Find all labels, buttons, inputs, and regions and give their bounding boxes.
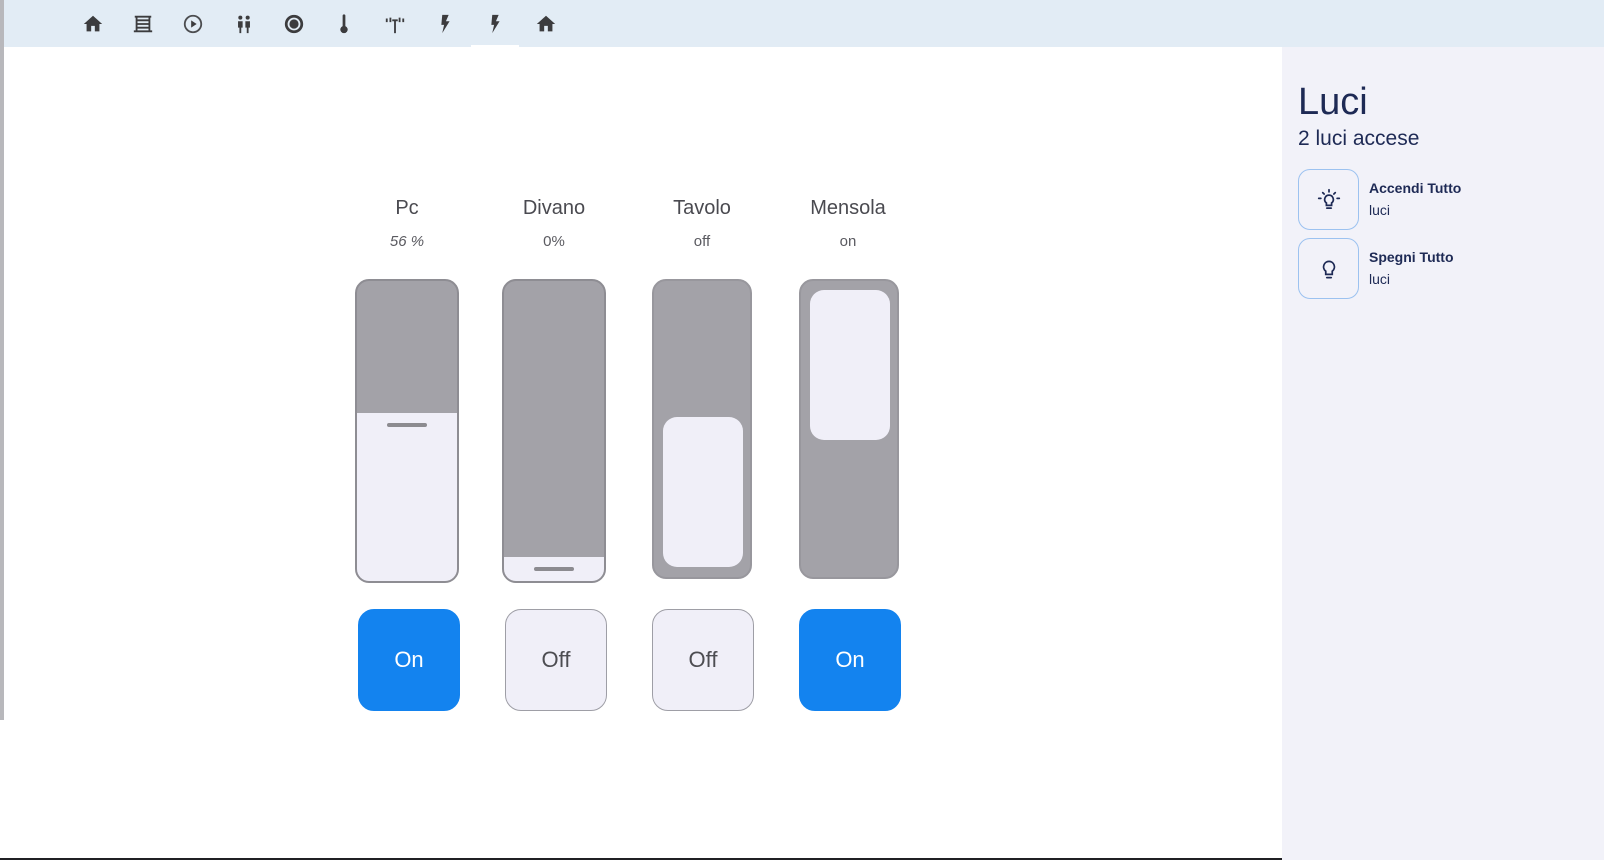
lightning-icon: [441, 14, 450, 33]
sidebar-subtitle: 2 luci accese: [1298, 127, 1420, 150]
action-icon-box[interactable]: [1298, 238, 1359, 299]
switch-knob[interactable]: [810, 290, 890, 440]
brightness-fill: [357, 413, 457, 581]
light-brightness: 56 %: [389, 233, 425, 250]
tab-home[interactable]: [69, 0, 117, 47]
sidebar-title: Luci: [1298, 81, 1368, 123]
toggle-button[interactable]: On: [799, 609, 901, 711]
power-switch[interactable]: [652, 279, 752, 579]
action-icon-box[interactable]: [1298, 169, 1359, 230]
slider-handle[interactable]: [534, 567, 574, 571]
home-icon: [536, 15, 556, 31]
tab-home-2[interactable]: [522, 0, 570, 47]
light-name: Pc: [395, 197, 419, 219]
tab-climate[interactable]: [320, 0, 368, 47]
brightness-fill: [504, 557, 604, 581]
blinds-icon: [133, 15, 153, 32]
antenna-icon: [385, 17, 405, 33]
turn-all-on-action[interactable]: Accendi Tutto luci: [1298, 169, 1598, 231]
action-title: Accendi Tutto: [1369, 180, 1462, 196]
lightbulb-on-icon: [1317, 188, 1340, 209]
light-name: Divano: [522, 197, 586, 219]
action-subtitle: luci: [1369, 271, 1391, 287]
lightbulb-off-icon: [1322, 260, 1335, 279]
robot-vacuum-icon: [284, 14, 304, 33]
people-icon: [238, 15, 250, 33]
media-play-icon: [183, 14, 203, 33]
light-state: on: [839, 233, 857, 250]
thermometer-icon: [340, 13, 348, 33]
slider-handle[interactable]: [387, 423, 427, 427]
top-navigation-bar: [4, 0, 1604, 47]
switch-knob[interactable]: [663, 417, 743, 567]
light-name: Mensola: [810, 197, 886, 219]
light-name: Tavolo: [673, 197, 731, 219]
lightning-icon: [491, 14, 500, 33]
brightness-slider[interactable]: [355, 279, 459, 583]
tab-media[interactable]: [169, 0, 217, 47]
toggle-button[interactable]: Off: [652, 609, 754, 711]
tab-network[interactable]: [371, 0, 419, 47]
sidebar: Luci 2 luci accese Accendi Tutto luci Sp…: [1282, 47, 1604, 860]
tab-energy[interactable]: [421, 0, 469, 47]
light-brightness: 0%: [543, 233, 565, 250]
tab-people[interactable]: [220, 0, 268, 47]
tab-lights[interactable]: [471, 0, 519, 47]
power-switch[interactable]: [799, 279, 899, 579]
action-subtitle: luci: [1369, 202, 1391, 218]
brightness-slider[interactable]: [502, 279, 606, 583]
tab-blinds[interactable]: [119, 0, 167, 47]
turn-all-off-action[interactable]: Spegni Tutto luci: [1298, 238, 1598, 300]
light-state: off: [693, 233, 711, 250]
toggle-button[interactable]: On: [358, 609, 460, 711]
tab-vacuum[interactable]: [270, 0, 318, 47]
lights-panel: Pc 56 % On Divano 0% Off Tavolo off Off …: [4, 47, 1282, 860]
toggle-button[interactable]: Off: [505, 609, 607, 711]
home-icon: [83, 15, 103, 31]
action-title: Spegni Tutto: [1369, 249, 1454, 265]
